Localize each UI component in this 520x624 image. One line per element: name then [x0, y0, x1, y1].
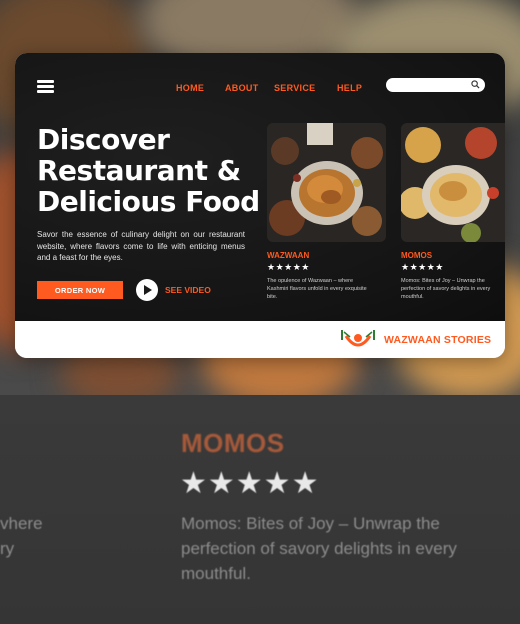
dish-name-wazwaan[interactable]: WAZWAAN	[267, 251, 309, 260]
nav-about[interactable]: ABOUT	[225, 83, 259, 93]
search-input[interactable]	[386, 78, 485, 92]
play-video-button[interactable]	[136, 279, 158, 301]
nav-help[interactable]: HELP	[337, 83, 362, 93]
dish-name-momos[interactable]: MOMOS	[401, 251, 432, 260]
dish-desc-wazwaan: The opulence of Wazwaan – where Kashmiri…	[267, 278, 367, 300]
background-dish-title: MOMOS	[181, 428, 285, 458]
background-left-line: ry	[0, 539, 15, 558]
menu-icon[interactable]	[37, 80, 54, 93]
dish-rating-wazwaan: ★★★★★	[267, 262, 310, 272]
wazwaan-food-image	[267, 123, 386, 242]
restaurant-card: HOME ABOUT SERVICE HELP Discover Restaur…	[15, 53, 505, 358]
nav-home[interactable]: HOME	[176, 83, 204, 93]
dish-image-wazwaan[interactable]	[267, 123, 386, 242]
background-dish-desc: Momos: Bites of Joy – Unwrap the perfect…	[181, 514, 457, 583]
hero-section: HOME ABOUT SERVICE HELP Discover Restaur…	[15, 53, 505, 321]
momos-food-image	[401, 123, 505, 242]
headline-line: Discover	[37, 123, 170, 156]
headline-line: Delicious Food	[37, 185, 260, 218]
background-stars: ★★★★★	[180, 467, 320, 500]
play-icon	[144, 285, 152, 295]
dish-desc-momos: Momos: Bites of Joy – Unwrap the perfect…	[401, 278, 491, 300]
hero-headline: Discover Restaurant & Delicious Food	[37, 124, 260, 217]
search-icon[interactable]	[471, 80, 480, 89]
dish-image-momos[interactable]	[401, 123, 505, 242]
brand-name[interactable]: WAZWAAN STORIES	[384, 334, 491, 346]
hero-lead-text: Savor the essence of culinary delight on…	[37, 230, 245, 262]
chef-logo-icon	[341, 330, 375, 347]
background-left-text: vhere ry	[0, 511, 43, 561]
card-footer: WAZWAAN STORIES	[15, 321, 505, 358]
headline-line: Restaurant &	[37, 154, 241, 187]
background-left-line: vhere	[0, 514, 43, 533]
dish-rating-momos: ★★★★★	[401, 262, 444, 272]
nav-service[interactable]: SERVICE	[274, 83, 315, 93]
see-video-link[interactable]: SEE VIDEO	[165, 285, 211, 295]
order-now-button[interactable]: ORDER NOW	[37, 281, 123, 299]
